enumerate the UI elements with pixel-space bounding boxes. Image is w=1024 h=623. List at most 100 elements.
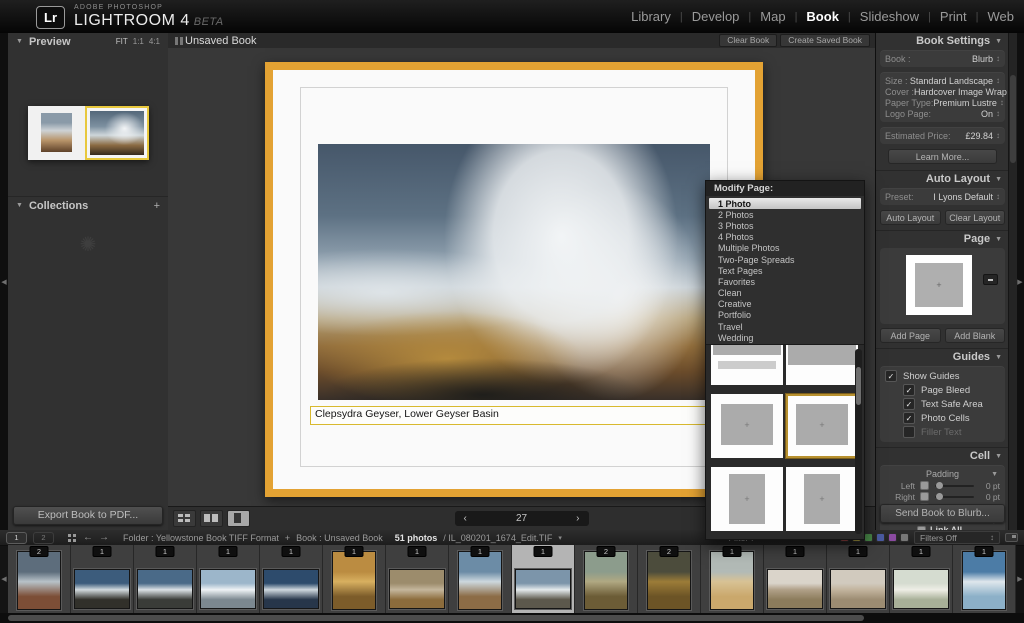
- color-label-dot[interactable]: [876, 533, 885, 542]
- stepper-icon[interactable]: ↕: [996, 109, 1000, 118]
- scrollbar-handle[interactable]: [1010, 75, 1016, 163]
- scrollbar-handle[interactable]: [8, 615, 864, 621]
- page-template[interactable]: [786, 344, 858, 385]
- popup-item-favorites[interactable]: Favorites: [709, 276, 861, 287]
- guide-row-text-safe-area[interactable]: ✓Text Safe Area: [903, 397, 1000, 411]
- preset-value[interactable]: I Lyons Default: [933, 192, 993, 202]
- photo-caption-cell[interactable]: Clepsydra Geyser, Lower Geyser Basin: [310, 406, 719, 425]
- slider-thumb[interactable]: [936, 493, 943, 500]
- thumbnail-photo[interactable]: [17, 551, 61, 610]
- thumbnail-photo[interactable]: [74, 569, 130, 609]
- popup-scrollbar[interactable]: [855, 349, 862, 534]
- monitor-2-button[interactable]: 2: [33, 532, 54, 544]
- back-arrow-icon[interactable]: ←: [83, 532, 93, 543]
- filmstrip-thumbnail[interactable]: 1: [386, 545, 449, 613]
- guide-checkbox-photo-cells[interactable]: ✓: [903, 412, 915, 424]
- popup-item-multiple-photos[interactable]: Multiple Photos: [709, 243, 861, 254]
- filmstrip-thumbnail[interactable]: 1: [953, 545, 1016, 613]
- zoom-4-1[interactable]: 4:1: [149, 37, 160, 46]
- show-guides-row[interactable]: ✓ Show Guides: [885, 369, 1000, 383]
- filmstrip-thumbnail[interactable]: 1: [890, 545, 953, 613]
- spread-left-page[interactable]: [28, 106, 85, 160]
- popup-item-portfolio[interactable]: Portfolio: [709, 310, 861, 321]
- padding-slider-left[interactable]: [935, 485, 974, 487]
- filmstrip-thumbnail[interactable]: 1: [71, 545, 134, 613]
- spread-right-page-selected[interactable]: [85, 106, 149, 160]
- module-develop[interactable]: Develop: [692, 9, 740, 24]
- thumbnail-photo[interactable]: [389, 569, 445, 609]
- module-print[interactable]: Print: [940, 9, 967, 24]
- popup-item-clean[interactable]: Clean: [709, 288, 861, 299]
- page-template[interactable]: [786, 467, 858, 531]
- setting-value[interactable]: Blurb: [972, 54, 993, 64]
- stepper-icon[interactable]: ↕: [996, 131, 1000, 140]
- show-guides-checkbox[interactable]: ✓: [885, 370, 897, 382]
- stepper-icon[interactable]: ↕: [996, 76, 1000, 85]
- export-book-to-pdf-button[interactable]: Export Book to PDF...: [13, 506, 163, 525]
- filmstrip-thumbnail[interactable]: 2: [8, 545, 71, 613]
- create-saved-book-button[interactable]: Create Saved Book: [780, 34, 870, 47]
- filmstrip-thumbnail[interactable]: 2: [575, 545, 638, 613]
- stepper-icon[interactable]: ↕: [996, 54, 1000, 63]
- popup-item-4-photos[interactable]: 4 Photos: [709, 232, 861, 243]
- scrollbar-handle[interactable]: [856, 367, 861, 405]
- spread-view-button[interactable]: [200, 510, 223, 527]
- page-template[interactable]: [711, 394, 783, 458]
- guides-header[interactable]: Guides▼: [876, 348, 1009, 365]
- thumbnail-photo[interactable]: [710, 551, 754, 610]
- thumbnail-photo[interactable]: [962, 551, 1006, 610]
- filmstrip-thumbnail[interactable]: 2: [638, 545, 701, 613]
- auto-layout-header[interactable]: Auto Layout▼: [876, 170, 1009, 187]
- prev-page-arrow[interactable]: ‹: [464, 513, 467, 524]
- setting-value[interactable]: Premium Lustre: [933, 98, 997, 108]
- filmstrip-scrollbar[interactable]: [0, 613, 1024, 623]
- selected-page-frame[interactable]: Clepsydra Geyser, Lower Geyser Basin: [265, 62, 763, 497]
- color-label-dot[interactable]: [864, 533, 873, 542]
- page-template[interactable]: [711, 467, 783, 531]
- source-folder-text[interactable]: Folder : Yellowstone Book TIFF Format: [123, 533, 279, 543]
- filmstrip-thumbnail[interactable]: 1: [449, 545, 512, 613]
- main-photo[interactable]: [318, 144, 710, 400]
- popup-item-creative[interactable]: Creative: [709, 299, 861, 310]
- spread-preview[interactable]: [28, 106, 149, 160]
- color-label-dot[interactable]: [900, 533, 909, 542]
- module-map[interactable]: Map: [760, 9, 785, 24]
- filmstrip-thumbnail[interactable]: 1: [197, 545, 260, 613]
- filmstrip-thumbnail[interactable]: 1: [827, 545, 890, 613]
- stepper-icon[interactable]: ↕: [996, 192, 1000, 201]
- book-page[interactable]: Clepsydra Geyser, Lower Geyser Basin: [273, 70, 755, 489]
- clear-layout-button[interactable]: Clear Layout: [945, 210, 1006, 225]
- guide-checkbox-text-safe-area[interactable]: ✓: [903, 398, 915, 410]
- filmstrip-thumbnail[interactable]: 1: [323, 545, 386, 613]
- color-label-dot[interactable]: [888, 533, 897, 542]
- thumbnail-photo[interactable]: [458, 551, 502, 610]
- right-panel-collapse-arrow[interactable]: ▶: [1016, 33, 1024, 530]
- zoom-fit[interactable]: FIT: [116, 37, 128, 46]
- padding-slider-right[interactable]: [935, 496, 974, 498]
- setting-value[interactable]: Standard Landscape: [910, 76, 993, 86]
- filter-toggle-switch[interactable]: [1005, 533, 1018, 542]
- module-book[interactable]: Book: [806, 9, 839, 24]
- padding-header[interactable]: Padding ▼: [885, 468, 1000, 480]
- book-settings-header[interactable]: Book Settings▼: [876, 33, 1009, 49]
- popup-item-2-photos[interactable]: 2 Photos: [709, 209, 861, 220]
- collections-panel-header[interactable]: ▼ Collections +: [8, 196, 168, 214]
- module-web[interactable]: Web: [988, 9, 1015, 24]
- thumbnail-photo[interactable]: [200, 569, 256, 609]
- page-template-flyout-button[interactable]: [983, 274, 998, 285]
- thumbnail-photo[interactable]: [647, 551, 691, 610]
- thumbnail-photo[interactable]: [830, 569, 886, 609]
- filmstrip-thumbnail[interactable]: 1: [764, 545, 827, 613]
- filmstrip-thumbnail[interactable]: 1: [134, 545, 197, 613]
- monitor-1-button[interactable]: 1: [6, 532, 27, 544]
- left-panel-collapse-arrow[interactable]: ◀: [0, 33, 8, 530]
- thumbnail-photo[interactable]: [137, 569, 193, 609]
- clear-book-button[interactable]: Clear Book: [719, 34, 777, 47]
- module-slideshow[interactable]: Slideshow: [860, 9, 919, 24]
- popup-item-two-page-spreads[interactable]: Two-Page Spreads: [709, 254, 861, 265]
- add-collection-button[interactable]: +: [154, 200, 160, 212]
- page-template[interactable]: [711, 344, 783, 385]
- add-page-button[interactable]: Add Page: [880, 328, 941, 343]
- filmstrip-next-arrow[interactable]: ▶: [1016, 545, 1024, 613]
- setting-value[interactable]: On: [981, 109, 993, 119]
